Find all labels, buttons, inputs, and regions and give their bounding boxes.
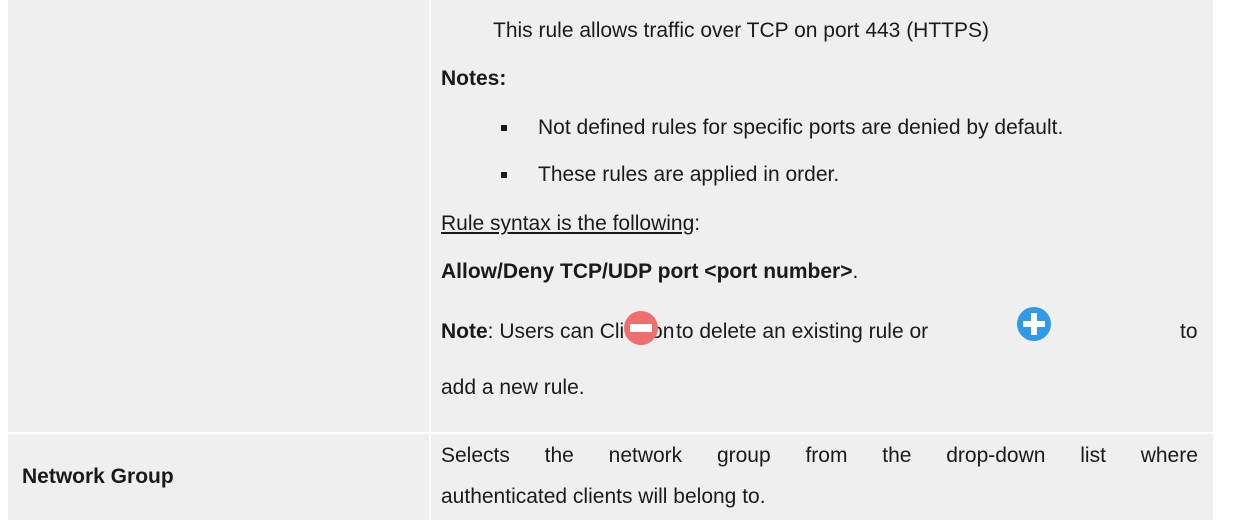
description-line-2: authenticated clients will belong to.: [441, 485, 766, 508]
notes-heading: Notes:: [441, 67, 507, 90]
description-word: group: [716, 444, 771, 467]
syntax-label: Rule syntax is the following: [441, 212, 695, 235]
description-word: where: [1140, 444, 1198, 467]
description-word: Selects: [441, 444, 510, 467]
note-text-b: to delete an existing rule or: [676, 320, 929, 343]
bullet-marker: [501, 172, 507, 178]
network-group-label: Network Group: [22, 465, 174, 488]
description-word: network: [608, 444, 683, 467]
syntax-period: .: [852, 260, 859, 283]
syntax-colon: :: [694, 212, 701, 235]
note-label: Note: [441, 320, 488, 343]
description-word: the: [882, 444, 912, 467]
settings-table: This rule allows traffic over TCP on por…: [0, 0, 1238, 520]
bullet-marker: [501, 125, 507, 131]
note-text-c: to: [1180, 320, 1198, 343]
column-divider: [429, 0, 431, 520]
row1-label-cell: [8, 0, 429, 432]
intro-line: This rule allows traffic over TCP on por…: [493, 19, 990, 42]
syntax-rule-line: Allow/Deny TCP/UDP port <port number>.: [441, 259, 858, 285]
description-line-1: Selects the network group from the drop-…: [441, 443, 1198, 469]
row-divider: [8, 432, 1213, 434]
minus-circle-icon: [624, 311, 658, 345]
description-word: the: [544, 444, 574, 467]
description-word: from: [805, 444, 848, 467]
bullet-item: Not defined rules for specific ports are…: [538, 116, 1064, 139]
description-word: list: [1080, 444, 1106, 467]
bullet-item: These rules are applied in order.: [538, 163, 840, 186]
description-word: drop-down: [946, 444, 1046, 467]
syntax-line: Rule syntax is the following:: [441, 211, 700, 237]
plus-circle-icon: [1017, 307, 1051, 341]
note-text-d: add a new rule.: [441, 376, 585, 399]
syntax-rule: Allow/Deny TCP/UDP port <port number>: [441, 260, 853, 283]
